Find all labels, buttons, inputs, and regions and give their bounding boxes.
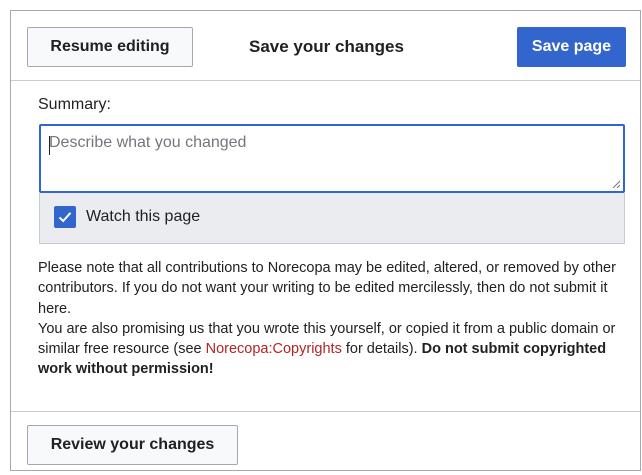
watch-label[interactable]: Watch this page <box>86 208 200 226</box>
summary-label: Summary: <box>38 96 111 113</box>
save-dialog: Resume editing Save your changes Save pa… <box>10 10 641 471</box>
checkmark-icon <box>58 212 72 223</box>
summary-field[interactable] <box>39 124 625 193</box>
resize-grip-icon[interactable] <box>612 180 620 188</box>
dialog-title: Save your changes <box>249 37 404 56</box>
dialog-footer: Review your changes <box>11 411 640 472</box>
text-caret <box>49 136 50 155</box>
copyright-notice: Please note that all contributions to No… <box>38 258 630 380</box>
notice-paragraph-1: Please note that all contributions to No… <box>38 260 616 317</box>
summary-input[interactable] <box>41 126 623 191</box>
notice-text: for details). <box>341 341 422 358</box>
copyrights-link[interactable]: Norecopa:Copyrights <box>206 341 342 357</box>
watch-checkbox[interactable] <box>54 206 76 228</box>
notice-paragraph-2: You are also promising us that you wrote… <box>38 319 630 380</box>
dialog-header: Resume editing Save your changes Save pa… <box>11 11 640 81</box>
watch-row: Watch this page <box>39 193 625 244</box>
save-page-button[interactable]: Save page <box>517 27 626 67</box>
review-changes-button[interactable]: Review your changes <box>27 425 238 465</box>
resume-editing-button[interactable]: Resume editing <box>27 27 193 67</box>
